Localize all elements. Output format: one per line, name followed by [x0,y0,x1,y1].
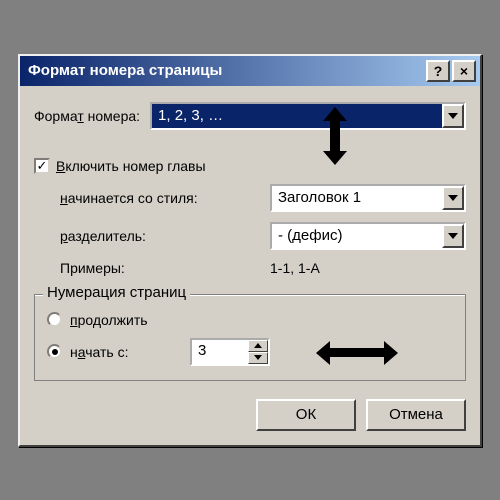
format-label: Формат номера: [34,108,140,124]
dialog-window: Формат номера страницы ? × Формат номера… [18,54,482,447]
start-at-label: начать с: [70,344,190,360]
format-combo[interactable]: 1, 2, 3, … [150,102,466,130]
start-at-row: начать с: 3 [47,338,453,366]
include-chapter-checkbox[interactable]: ✓ [34,158,50,174]
titlebar[interactable]: Формат номера страницы ? × [20,56,480,86]
help-button[interactable]: ? [426,60,450,82]
window-title: Формат номера страницы [28,62,424,79]
arrow-horizontal-icon [327,348,387,357]
starts-style-row: начинается со стиля: Заголовок 1 [34,184,466,212]
start-at-spinner[interactable]: 3 [190,338,270,366]
chevron-down-icon [448,195,458,201]
cancel-button[interactable]: Отмена [366,399,466,431]
include-chapter-label: Включить номер главы [56,158,206,174]
help-icon: ? [434,63,443,79]
chevron-down-icon [448,233,458,239]
start-at-radio[interactable] [47,344,62,359]
chevron-down-icon [254,355,262,360]
format-combo-button[interactable] [442,104,464,128]
close-icon: × [460,63,468,79]
continue-row: продолжить [47,312,453,328]
starts-style-label: начинается со стиля: [60,190,270,206]
numbering-legend: Нумерация страниц [43,284,190,301]
continue-radio[interactable] [47,312,62,327]
continue-label: продолжить [70,312,148,328]
chevron-down-icon [448,113,458,119]
radio-dot-icon [52,349,58,355]
format-row: Формат номера: 1, 2, 3, … [34,102,466,130]
check-mark-icon: ✓ [37,159,48,172]
separator-label: разделитель: [60,228,270,244]
chevron-up-icon [254,343,262,348]
button-row: ОК Отмена [34,399,466,431]
separator-combo[interactable]: - (дефис) [270,222,466,250]
format-combo-value: 1, 2, 3, … [152,104,442,128]
spinner-down-button[interactable] [248,352,268,364]
close-button[interactable]: × [452,60,476,82]
start-at-value[interactable]: 3 [192,340,248,364]
spinner-up-button[interactable] [248,340,268,352]
ok-button[interactable]: ОК [256,399,356,431]
examples-label: Примеры: [60,260,270,276]
separator-row: разделитель: - (дефис) [34,222,466,250]
examples-row: Примеры: 1-1, 1-A [34,260,466,276]
separator-value: - (дефис) [272,224,442,248]
numbering-group: Нумерация страниц продолжить начать с: 3 [34,294,466,381]
starts-style-combo[interactable]: Заголовок 1 [270,184,466,212]
examples-value: 1-1, 1-A [270,260,320,276]
arrow-vertical-icon [330,118,340,154]
separator-combo-button[interactable] [442,224,464,248]
include-chapter-row: ✓ Включить номер главы [34,158,466,174]
starts-style-value: Заголовок 1 [272,186,442,210]
starts-style-combo-button[interactable] [442,186,464,210]
